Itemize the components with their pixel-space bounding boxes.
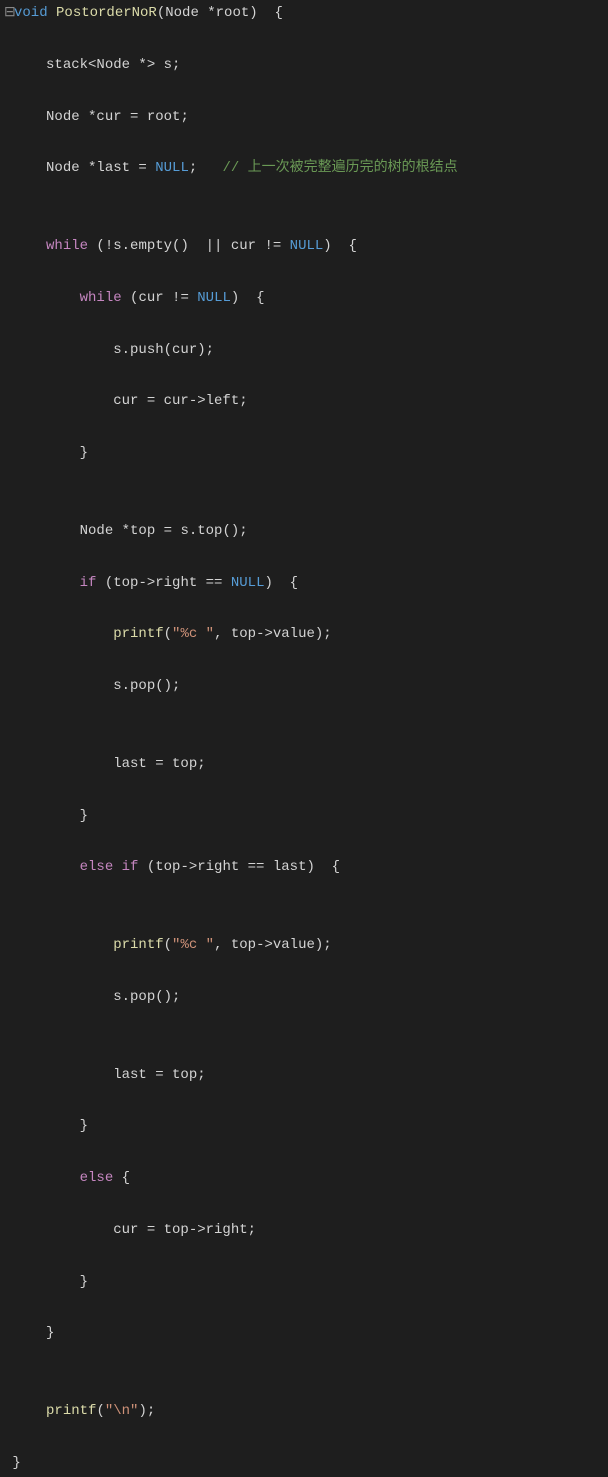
code-line: printf("%c ", top->value);	[0, 622, 608, 648]
code-text: s.pop();	[113, 678, 180, 694]
code-text: ) {	[231, 290, 265, 306]
code-line: if (top->right == NULL) {	[0, 571, 608, 597]
code-text: }	[80, 445, 88, 461]
code-text: }	[46, 1325, 54, 1341]
code-text: s.push(cur);	[113, 342, 214, 358]
null-keyword: NULL	[290, 238, 324, 254]
code-text: s.pop();	[113, 989, 180, 1005]
code-text: ) {	[264, 575, 298, 591]
code-line: last = top;	[0, 1063, 608, 1089]
code-line: s.pop();	[0, 985, 608, 1011]
code-text: last = top;	[113, 1067, 205, 1083]
code-line: Node *top = s.top();	[0, 519, 608, 545]
code-text: }	[12, 1455, 20, 1471]
code-line: while (!s.empty() || cur != NULL) {	[0, 234, 608, 260]
code-line: else if (top->right == last) {	[0, 855, 608, 881]
code-text: }	[80, 808, 88, 824]
code-text: (!s.empty() || cur !=	[88, 238, 290, 254]
code-text: Node *last =	[46, 160, 155, 176]
code-text: (cur !=	[122, 290, 198, 306]
code-text: cur = cur->left;	[113, 393, 247, 409]
string-literal: "\n"	[105, 1403, 139, 1419]
code-line: s.pop();	[0, 674, 608, 700]
code-text: (	[96, 1403, 104, 1419]
code-text: }	[80, 1118, 88, 1134]
keyword-elseif: else if	[80, 859, 139, 875]
code-text: (top->right ==	[96, 575, 230, 591]
code-line: printf("%c ", top->value);	[0, 933, 608, 959]
code-line: last = top;	[0, 752, 608, 778]
code-line: Node *last = NULL; // 上一次被完整遍历完的树的根结点	[0, 156, 608, 182]
code-line: }	[0, 1451, 608, 1477]
keyword-if: if	[80, 575, 97, 591]
keyword-while: while	[46, 238, 88, 254]
code-line: ⊟void PostorderNoR(Node *root) {	[0, 1, 608, 27]
code-text: Node *cur = root;	[46, 109, 189, 125]
code-text: }	[80, 1274, 88, 1290]
code-text: ;	[189, 160, 223, 176]
code-line: }	[0, 804, 608, 830]
keyword-else: else	[80, 1170, 114, 1186]
comment: // 上一次被完整遍历完的树的根结点	[222, 160, 457, 176]
code-text: );	[138, 1403, 155, 1419]
code-text: , top->value);	[214, 937, 332, 953]
null-keyword: NULL	[155, 160, 189, 176]
code-block: ⊟void PostorderNoR(Node *root) { stack<N…	[0, 0, 608, 1477]
code-line: }	[0, 1270, 608, 1296]
code-text: (	[164, 626, 172, 642]
code-line: s.push(cur);	[0, 338, 608, 364]
printf-call: printf	[113, 937, 163, 953]
code-text: last = top;	[113, 756, 205, 772]
collapse-icon[interactable]: ⊟	[4, 1, 14, 27]
code-line: while (cur != NULL) {	[0, 286, 608, 312]
code-line: printf("\n");	[0, 1399, 608, 1425]
null-keyword: NULL	[197, 290, 231, 306]
string-literal: "%c "	[172, 626, 214, 642]
null-keyword: NULL	[231, 575, 265, 591]
code-text: {	[113, 1170, 130, 1186]
string-literal: "%c "	[172, 937, 214, 953]
code-text: , top->value);	[214, 626, 332, 642]
code-text: ) {	[323, 238, 357, 254]
code-text: cur = top->right;	[113, 1222, 256, 1238]
code-line: else {	[0, 1166, 608, 1192]
code-text: (Node *root) {	[157, 5, 283, 21]
keyword-while: while	[80, 290, 122, 306]
printf-call: printf	[46, 1403, 96, 1419]
code-line: Node *cur = root;	[0, 105, 608, 131]
code-text: stack<Node *> s;	[46, 57, 180, 73]
code-line: stack<Node *> s;	[0, 53, 608, 79]
code-text: Node *top = s.top();	[80, 523, 248, 539]
keyword-void: void	[14, 5, 48, 21]
code-line: }	[0, 1114, 608, 1140]
code-line: }	[0, 441, 608, 467]
code-text: (	[164, 937, 172, 953]
code-line: }	[0, 1321, 608, 1347]
code-text: (top->right == last) {	[138, 859, 340, 875]
code-line: cur = cur->left;	[0, 389, 608, 415]
printf-call: printf	[113, 626, 163, 642]
function-name: PostorderNoR	[56, 5, 157, 21]
code-line: cur = top->right;	[0, 1218, 608, 1244]
